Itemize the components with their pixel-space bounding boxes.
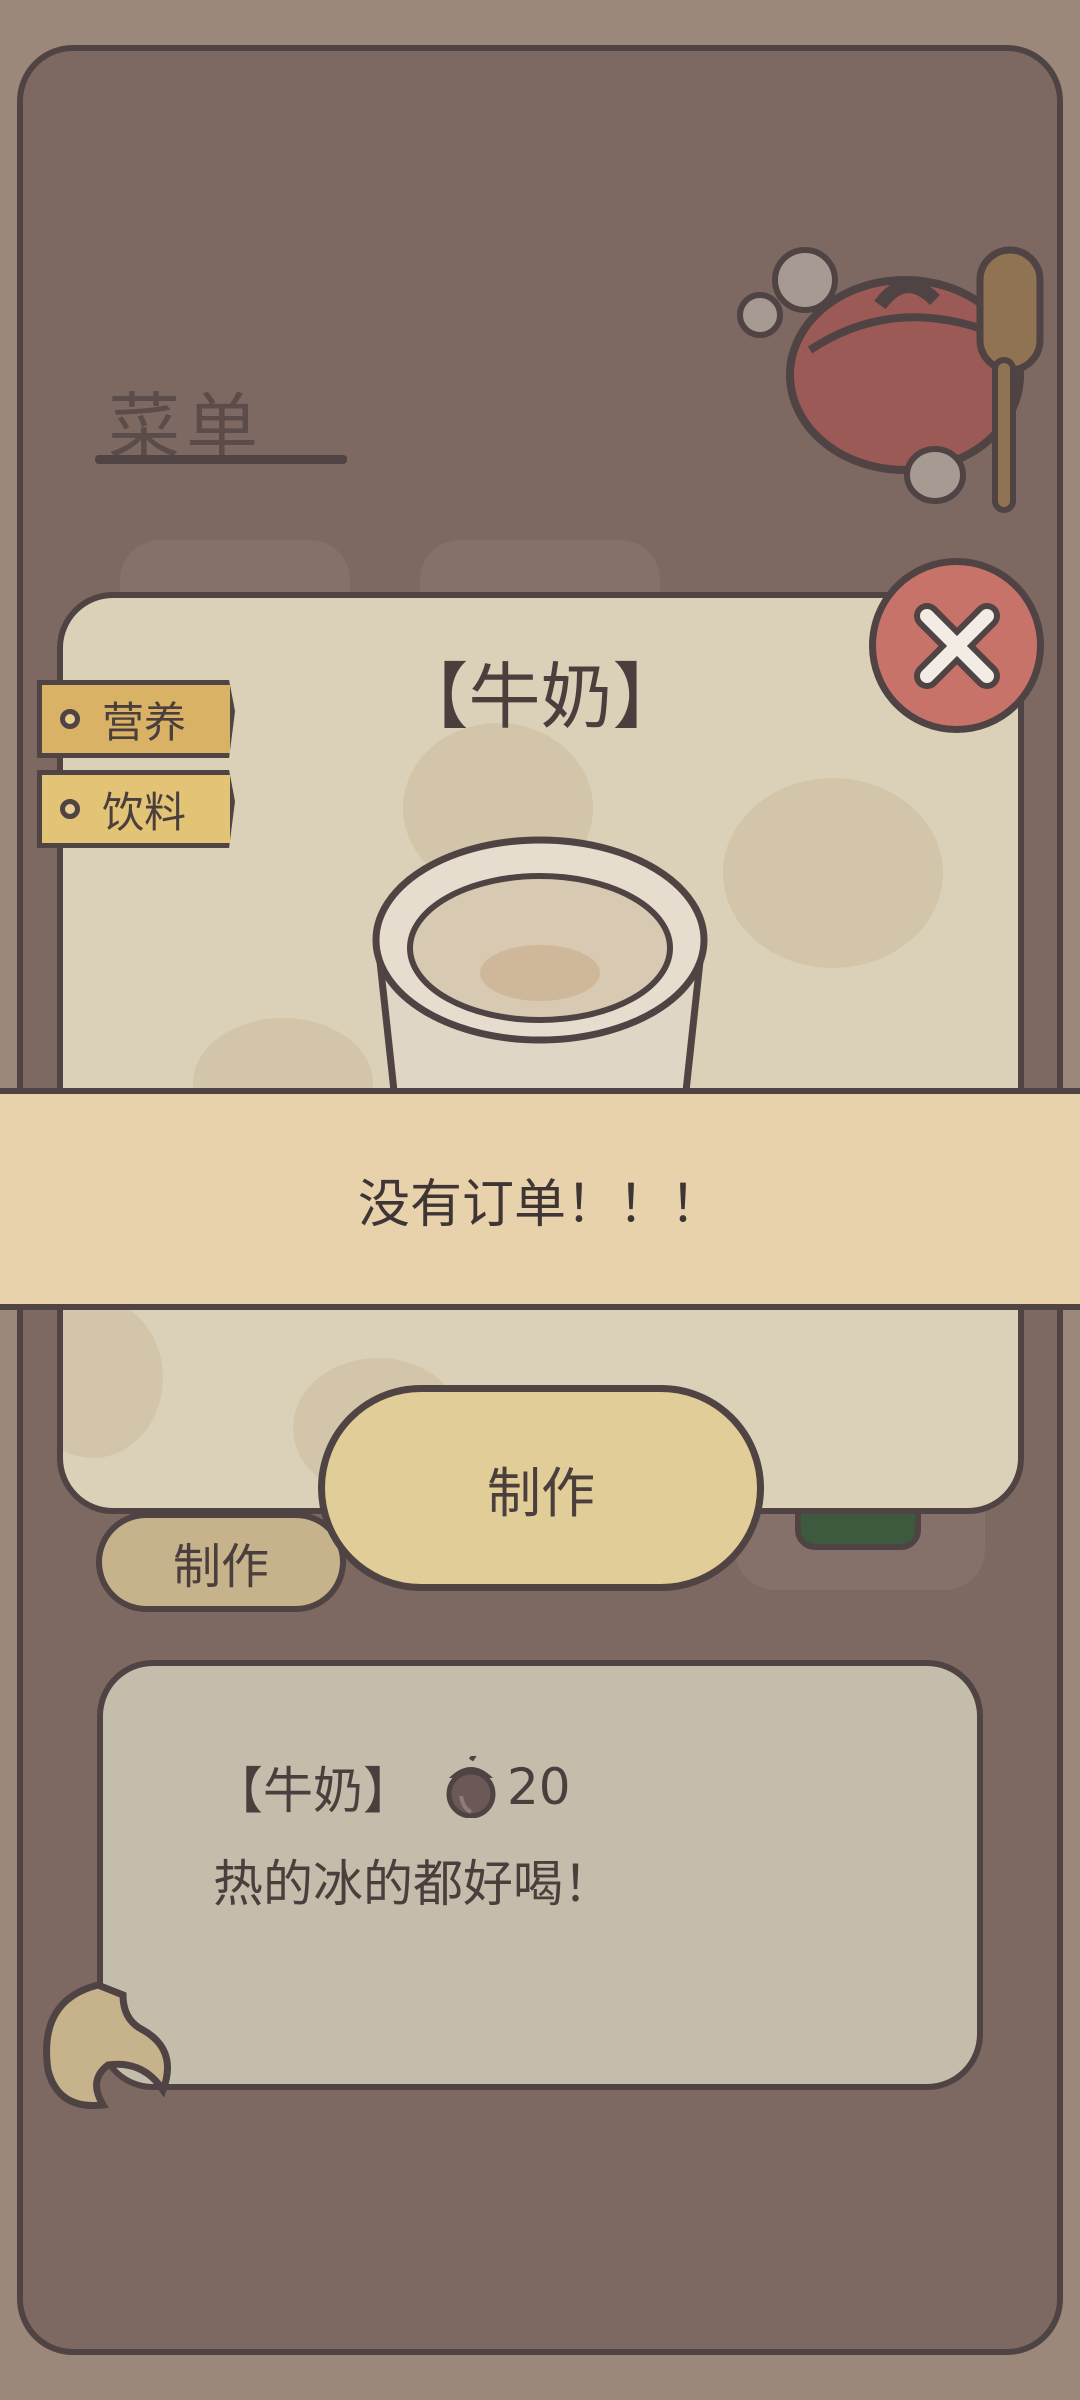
description-header: 【牛奶】 20 <box>213 1751 571 1823</box>
menu-make-label: 制作 <box>172 1539 269 1595</box>
tag-dot <box>60 799 80 819</box>
card-blob <box>63 1298 163 1458</box>
tag-drink: 饮料 <box>37 770 235 848</box>
close-button[interactable] <box>869 558 1044 733</box>
notification-text: 没有订单！！！ <box>357 1174 722 1235</box>
menu-make-button[interactable]: 制作 <box>96 1512 346 1612</box>
cooking-pot-icon <box>737 246 1044 513</box>
close-icon <box>913 602 1000 689</box>
description-text: 热的冰的都好喝！ <box>213 1855 613 1913</box>
notification-banner: 没有订单！！！ <box>0 1088 1080 1310</box>
milk-glass-icon <box>372 836 708 1128</box>
description-price: 20 <box>507 1758 571 1816</box>
menu-title-underline <box>95 455 347 464</box>
item-description-box: 【牛奶】 20 热的冰的都好喝！ <box>97 1660 983 2090</box>
tail-icon <box>43 1981 171 2110</box>
description-item-name: 【牛奶】 <box>213 1762 413 1820</box>
make-button-label: 制作 <box>487 1461 595 1525</box>
tag-label: 饮料 <box>102 787 187 837</box>
make-button[interactable]: 制作 <box>318 1385 764 1591</box>
tag-nutrition: 营养 <box>37 680 235 758</box>
acorn-icon <box>446 1756 496 1818</box>
card-blob <box>723 778 943 968</box>
tag-label: 营养 <box>102 697 187 747</box>
tag-dot <box>60 709 80 729</box>
